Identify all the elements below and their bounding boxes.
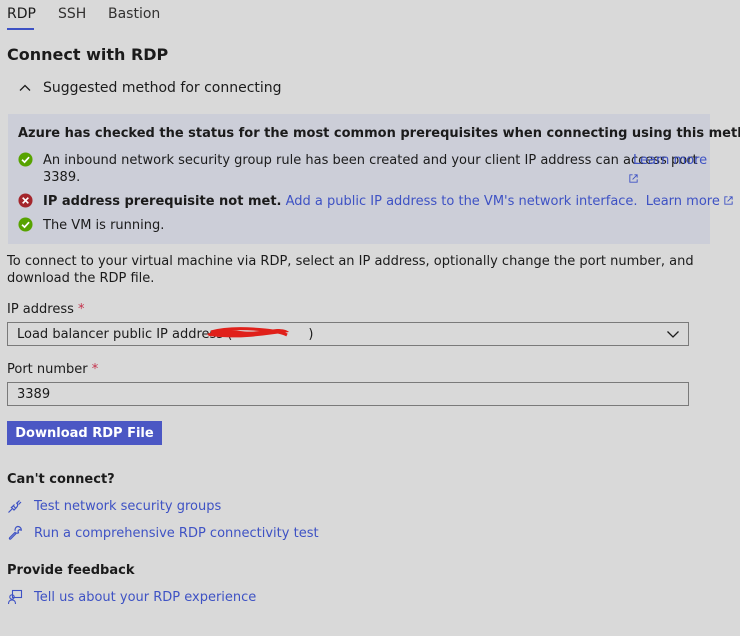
suggested-method-label: Suggested method for connecting [43, 80, 282, 96]
required-mark: * [91, 362, 99, 377]
rdp-connectivity-test-link[interactable]: Run a comprehensive RDP connectivity tes… [7, 524, 319, 542]
learn-more-ip-link[interactable]: Learn more [646, 194, 720, 209]
port-number-label-text: Port number [7, 362, 88, 377]
learn-more-nsg-label: Learn more [633, 153, 708, 168]
port-number-value: 3389 [17, 387, 51, 402]
success-check-icon [18, 217, 33, 232]
port-number-input[interactable]: 3389 [7, 382, 689, 406]
rdp-connectivity-test-label: Run a comprehensive RDP connectivity tes… [34, 525, 319, 541]
success-check-icon [18, 152, 33, 167]
add-public-ip-link[interactable]: Add a public IP address to the VM's netw… [286, 194, 638, 209]
prereq-nsg-text-line2: 3389. [43, 170, 81, 185]
prereq-item-text: An inbound network security group rule h… [43, 152, 698, 186]
test-nsg-label: Test network security groups [34, 498, 222, 514]
chevron-down-icon [667, 331, 679, 338]
rdp-feedback-label: Tell us about your RDP experience [34, 589, 257, 605]
external-link-icon [724, 196, 733, 205]
rdp-feedback-link[interactable]: Tell us about your RDP experience [7, 588, 256, 606]
test-nsg-link[interactable]: Test network security groups [7, 497, 221, 515]
prereq-ip-text: IP address prerequisite not met. Add a p… [43, 193, 734, 210]
feedback-person-icon [7, 589, 23, 605]
provide-feedback-title: Provide feedback [7, 563, 135, 578]
ip-address-label: IP address * [7, 302, 85, 317]
ip-address-select[interactable]: Load balancer public IP address () [7, 322, 689, 346]
external-link-icon [629, 174, 638, 183]
tab-ssh[interactable]: SSH [58, 6, 86, 22]
prerequisite-header: Azure has checked the status for the mos… [18, 126, 740, 141]
prereq-nsg-text-line1: An inbound network security group rule h… [43, 153, 698, 168]
rdp-instruction-text: To connect to your virtual machine via R… [7, 254, 694, 286]
download-rdp-file-button[interactable]: Download RDP File [7, 421, 162, 445]
cant-connect-title: Can't connect? [7, 472, 115, 487]
plug-icon [8, 500, 22, 513]
port-number-label: Port number * [7, 362, 98, 377]
required-mark: * [78, 302, 85, 317]
suggested-method-toggle[interactable]: Suggested method for connecting [18, 78, 282, 98]
ip-address-selected-text: Load balancer public IP address ( [17, 327, 233, 342]
ip-address-label-text: IP address [7, 302, 74, 317]
chevron-up-icon [19, 84, 31, 91]
wrench-icon [8, 525, 22, 540]
prereq-vm-text: The VM is running. [43, 218, 165, 233]
redaction-mark [207, 327, 289, 338]
ip-address-value-suffix: ) [308, 327, 314, 342]
active-tab-indicator [7, 28, 34, 30]
tab-strip: RDP SSH Bastion [0, 0, 740, 32]
tab-rdp[interactable]: RDP [7, 6, 36, 22]
tab-bastion[interactable]: Bastion [108, 6, 160, 22]
error-x-icon [18, 193, 33, 208]
prerequisite-status-box: Azure has checked the status for the mos… [8, 114, 740, 244]
prereq-ip-status: IP address prerequisite not met. [43, 194, 282, 209]
page-title: Connect with RDP [7, 45, 169, 64]
learn-more-nsg-link[interactable]: Learn more [633, 152, 707, 169]
